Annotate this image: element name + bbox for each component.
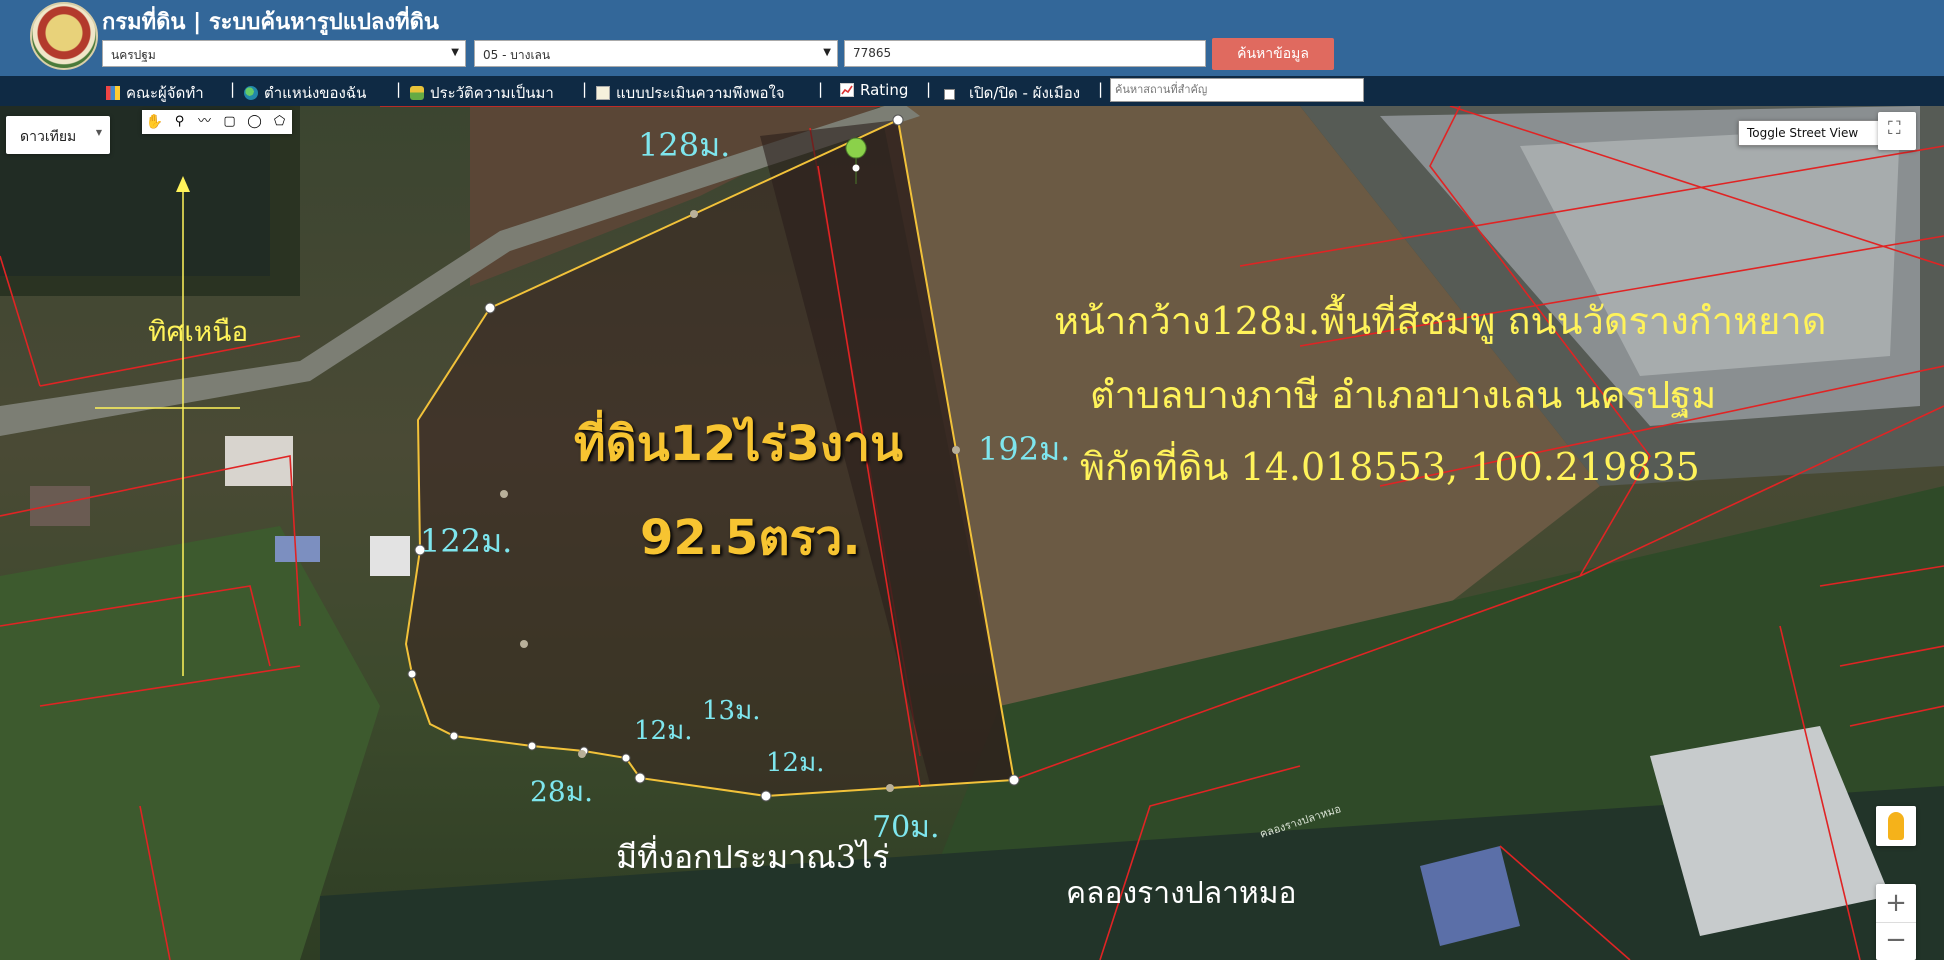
parcel-number-input[interactable]: 77865 [844, 40, 1206, 67]
nav-separator: | [396, 80, 402, 98]
parcel-number-value: 77865 [853, 46, 892, 60]
location-marker-dot [852, 164, 860, 172]
nav-item-label: ตำแหน่งของฉัน [264, 84, 367, 102]
canal-label: คลองรางปลาหมอ [1066, 876, 1297, 911]
green-field [0, 526, 380, 960]
chevron-down-icon: ▼ [823, 47, 831, 58]
land-title: ที่ดิน12ไร่3งาน [574, 416, 903, 472]
department-logo [30, 2, 98, 70]
zoom-out-button[interactable]: − [1876, 922, 1916, 960]
map-imagery [0, 106, 1944, 960]
pegman-button[interactable] [1876, 806, 1916, 846]
nav-item-rating[interactable]: Rating [840, 81, 908, 99]
measure-bottom-a: 12ม. [634, 716, 693, 746]
description-line-3: พิกัดที่ดิน 14.018553, 100.219835 [1080, 445, 1700, 489]
nav-item-label: เปิด/ปิด - ผังเมือง [969, 84, 1081, 102]
nav-separator: | [582, 80, 588, 98]
map-type-label: ดาวเทียม [20, 129, 77, 145]
nav-item-town-plan-toggle[interactable]: เปิด/ปิด - ผังเมือง [944, 81, 1080, 105]
nav-separator: | [818, 80, 824, 98]
description-line-2: ตำบลบางภาษี อำเภอบางเลน นครปฐม [1090, 373, 1717, 417]
description-line-1: หน้ากว้าง128ม.พื้นที่สีชมพู ถนนวัดรางกำห… [1054, 299, 1827, 343]
house-roof [30, 486, 90, 526]
land-area: 92.5ตรว. [640, 510, 861, 566]
zoom-control: + − [1876, 884, 1916, 960]
street-view-toggle-label: Toggle Street View [1747, 126, 1859, 140]
district-select-value: 05 - บางเลน [483, 48, 551, 62]
measure-left: 122ม. [420, 522, 513, 560]
team-icon [106, 86, 120, 100]
measure-top: 128ม. [638, 126, 731, 164]
nav-item-my-location[interactable]: ตำแหน่งของฉัน [244, 81, 366, 105]
checkbox-icon[interactable] [944, 89, 955, 100]
fullscreen-button[interactable]: ⛶ [1878, 112, 1916, 150]
province-select[interactable]: นครปฐม ▼ [102, 40, 466, 67]
measure-right: 192ม. [978, 430, 1071, 468]
measure-bottom-c: 12ม. [766, 748, 825, 778]
nav-item-label: คณะผู้จัดทำ [126, 84, 204, 102]
search-button[interactable]: ค้นหาข้อมูล [1212, 38, 1334, 70]
globe-icon [244, 86, 258, 100]
nav-item-label: แบบประเมินความพึงพอใจ [616, 84, 785, 102]
district-select[interactable]: 05 - บางเลน ▼ [474, 40, 838, 67]
history-icon [410, 86, 424, 100]
chevron-down-icon: ▼ [451, 47, 459, 58]
polyline-tool-icon[interactable]: 〰 [192, 110, 217, 134]
nav-item-team[interactable]: คณะผู้จัดทำ [106, 81, 204, 105]
house-roof [275, 536, 320, 562]
chart-icon [840, 83, 854, 97]
pegman-icon [1888, 812, 1904, 840]
app-header: กรมที่ดิน | ระบบค้นหารูปแปลงที่ดิน นครปฐ… [0, 0, 1944, 76]
measure-bottom-left: 28ม. [530, 775, 593, 808]
house-roof [225, 436, 293, 486]
nav-item-label: Rating [860, 81, 909, 99]
chevron-down-icon: ▼ [95, 128, 102, 137]
house-roof [370, 536, 410, 576]
rectangle-tool-icon[interactable]: ▢ [217, 110, 242, 134]
page-title: กรมที่ดิน | ระบบค้นหารูปแปลงที่ดิน [102, 10, 439, 35]
fullscreen-icon: ⛶ [1888, 118, 1901, 139]
nav-item-survey[interactable]: แบบประเมินความพึงพอใจ [596, 81, 785, 105]
street-view-toggle-button[interactable]: Toggle Street View [1738, 120, 1880, 146]
form-icon [596, 86, 610, 100]
nav-separator: | [926, 80, 932, 98]
marker-tool-icon[interactable]: ⚲ [167, 110, 192, 134]
place-search-input[interactable] [1110, 78, 1364, 102]
hand-icon[interactable]: ✋ [142, 110, 167, 134]
extra-land-note: มีที่งอกประมาณ3ไร่ [616, 838, 890, 876]
zoom-in-button[interactable]: + [1876, 884, 1916, 922]
nav-item-label: ประวัติความเป็นมา [430, 84, 554, 102]
north-label: ทิศเหนือ [148, 315, 249, 348]
nav-separator: | [230, 80, 236, 98]
province-select-value: นครปฐม [111, 48, 156, 62]
measure-bottom-b: 13ม. [702, 696, 761, 726]
nav-item-history[interactable]: ประวัติความเป็นมา [410, 81, 554, 105]
map-type-button[interactable]: ดาวเทียม ▼ [6, 116, 110, 154]
drawing-toolbar: ✋ ⚲ 〰 ▢ ◯ ⬠ [142, 110, 292, 134]
polygon-tool-icon[interactable]: ⬠ [267, 110, 292, 134]
nav-bar: คณะผู้จัดทำ | ตำแหน่งของฉัน | ประวัติควา… [0, 76, 1944, 106]
nav-separator: | [1098, 80, 1104, 98]
satellite-map[interactable]: ดาวเทียม ▼ ✋ ⚲ 〰 ▢ ◯ ⬠ Toggle Street Vie… [0, 106, 1944, 960]
circle-tool-icon[interactable]: ◯ [242, 110, 267, 134]
